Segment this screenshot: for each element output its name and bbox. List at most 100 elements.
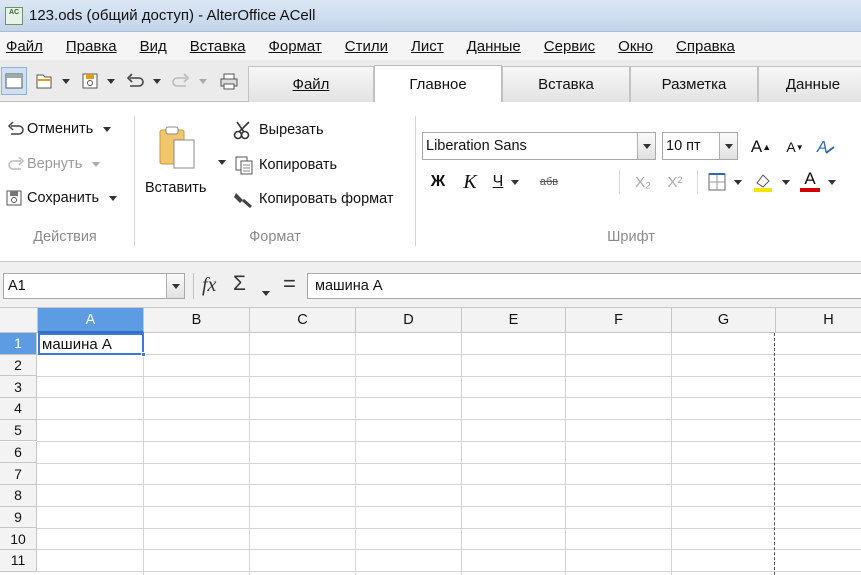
row-header-7[interactable]: 7 xyxy=(0,463,37,485)
clear-format-icon[interactable]: A xyxy=(813,135,839,159)
redo-label: Вернуть xyxy=(27,156,83,172)
menu-file[interactable]: Файл xyxy=(4,36,45,57)
save-file-icon[interactable] xyxy=(78,67,102,95)
fill-handle[interactable] xyxy=(141,352,146,357)
menu-tools[interactable]: Сервис xyxy=(542,36,597,57)
font-name-dropdown-icon[interactable] xyxy=(637,133,655,159)
row-header-9[interactable]: 9 xyxy=(0,506,37,529)
column-header-b[interactable]: B xyxy=(144,308,250,333)
tab-insert[interactable]: Вставка xyxy=(502,66,630,102)
menu-format[interactable]: Формат xyxy=(266,36,323,57)
grid-line xyxy=(461,333,462,575)
menu-edit[interactable]: Правка xyxy=(64,36,119,57)
row-header-1[interactable]: 1 xyxy=(0,333,37,355)
row-header-4[interactable]: 4 xyxy=(0,398,37,420)
column-header-f[interactable]: F xyxy=(566,308,672,333)
menu-view[interactable]: Вид xyxy=(138,36,169,57)
paste-button[interactable]: Вставить xyxy=(145,124,206,196)
menu-window[interactable]: Окно xyxy=(616,36,655,57)
row-header-3[interactable]: 3 xyxy=(0,376,37,399)
cell-a1[interactable]: машина А xyxy=(38,333,144,355)
row-header-5[interactable]: 5 xyxy=(0,419,37,442)
formula-input[interactable]: машина А xyxy=(307,273,861,299)
ribbon-separator xyxy=(134,116,135,246)
row-header-8[interactable]: 8 xyxy=(0,484,37,507)
undo-button[interactable]: Отменить xyxy=(5,120,112,138)
function-wizard-icon[interactable]: fx xyxy=(202,274,216,297)
font-color-icon[interactable]: A xyxy=(797,166,823,196)
column-header-e[interactable]: E xyxy=(462,308,566,333)
column-header-g[interactable]: G xyxy=(672,308,776,333)
open-file-icon[interactable] xyxy=(31,67,57,95)
row-header-11[interactable]: 11 xyxy=(0,550,37,572)
menu-sheet[interactable]: Лист xyxy=(409,36,446,57)
menu-styles[interactable]: Стили xyxy=(343,36,390,57)
save-icon xyxy=(6,190,22,206)
underline-button[interactable]: Ч xyxy=(488,170,508,194)
redo-button[interactable]: Вернуть xyxy=(5,155,101,173)
save-button[interactable]: Сохранить xyxy=(5,189,118,207)
redo-icon[interactable] xyxy=(168,67,194,95)
name-box[interactable]: A1 xyxy=(3,273,185,299)
grid-line xyxy=(37,375,861,377)
cut-button[interactable]: Вырезать xyxy=(233,120,324,140)
bold-button[interactable]: Ж xyxy=(426,170,450,194)
app-icon: AC xyxy=(5,6,23,25)
group-label-format: Формат xyxy=(249,229,301,245)
tab-data[interactable]: Данные xyxy=(758,66,861,102)
underline-dropdown[interactable] xyxy=(511,180,519,185)
column-header-d[interactable]: D xyxy=(356,308,462,333)
sum-dropdown[interactable] xyxy=(262,283,270,299)
row-header-2[interactable]: 2 xyxy=(0,354,37,377)
borders-dropdown[interactable] xyxy=(734,180,742,185)
format-painter-button[interactable]: Копировать формат xyxy=(233,189,394,209)
row-header-6[interactable]: 6 xyxy=(0,441,37,464)
grid-line xyxy=(37,505,861,507)
row-header-10[interactable]: 10 xyxy=(0,528,37,550)
tab-layout[interactable]: Разметка xyxy=(630,66,758,102)
undo-icon[interactable] xyxy=(122,67,148,95)
highlight-color-icon[interactable] xyxy=(750,168,776,196)
subscript-button[interactable]: X₂ xyxy=(630,170,656,194)
grow-font-icon[interactable]: A ▲ xyxy=(748,135,774,159)
menu-data[interactable]: Данные xyxy=(465,36,523,57)
superscript-button[interactable]: X² xyxy=(662,170,688,194)
copy-icon xyxy=(235,156,253,175)
open-dropdown-icon[interactable] xyxy=(59,67,73,95)
strikethrough-button[interactable]: абв xyxy=(536,170,562,194)
font-color-dropdown[interactable] xyxy=(828,180,836,185)
highlight-color-dropdown[interactable] xyxy=(782,180,790,185)
grid-line xyxy=(37,462,861,464)
grid-line xyxy=(37,419,861,421)
grid-line xyxy=(355,333,356,575)
print-icon[interactable] xyxy=(216,67,242,95)
ribbon-separator xyxy=(415,116,416,246)
spreadsheet-grid[interactable]: A B C D E F G H 1 2 3 4 5 6 7 8 9 10 11 … xyxy=(0,308,861,575)
column-header-a[interactable]: A xyxy=(38,308,144,333)
ribbon: Отменить Вернуть Сохранить Действия Вста… xyxy=(0,102,861,262)
undo-dropdown-icon[interactable] xyxy=(150,67,164,95)
font-size-dropdown-icon[interactable] xyxy=(719,133,737,159)
copy-button[interactable]: Копировать xyxy=(233,155,337,175)
shrink-font-icon[interactable]: A ▼ xyxy=(782,135,808,159)
menu-insert[interactable]: Вставка xyxy=(188,36,248,57)
menu-help[interactable]: Справка xyxy=(674,36,737,57)
italic-button[interactable]: К xyxy=(458,170,482,194)
name-box-dropdown-icon[interactable] xyxy=(166,274,184,298)
font-separator xyxy=(697,170,698,194)
font-name-select[interactable]: Liberation Sans xyxy=(422,132,656,160)
borders-icon[interactable] xyxy=(705,170,729,194)
sum-icon[interactable]: Σ xyxy=(233,272,246,296)
formula-equals-icon[interactable]: = xyxy=(283,271,296,297)
tab-home[interactable]: Главное xyxy=(374,65,502,102)
tab-file[interactable]: Файл xyxy=(248,66,374,102)
column-header-c[interactable]: C xyxy=(250,308,356,333)
sidebar-toggle-icon[interactable] xyxy=(1,67,27,95)
redo-dropdown-icon[interactable] xyxy=(196,67,210,95)
save-dropdown-icon[interactable] xyxy=(104,67,118,95)
font-size-select[interactable]: 10 пт xyxy=(662,132,738,160)
grid-line xyxy=(143,333,144,575)
paste-dropdown[interactable] xyxy=(218,160,226,165)
select-all-corner[interactable] xyxy=(0,308,38,333)
column-header-h[interactable]: H xyxy=(776,308,861,333)
